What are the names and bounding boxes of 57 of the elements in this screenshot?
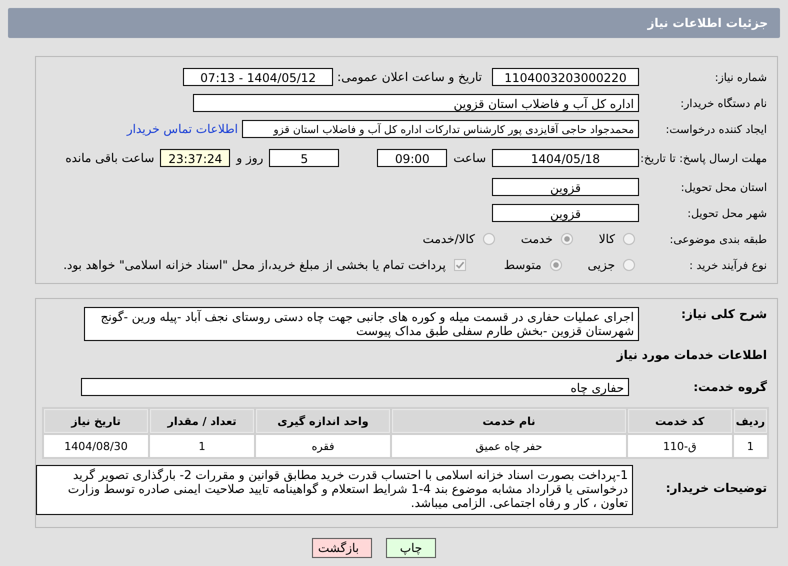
page-title: جزئیات اطلاعات نیاز [8,8,780,38]
radio-label: کالا [598,232,615,246]
table-cell: حفر چاه عمیق [392,435,626,457]
radio-button[interactable] [560,233,573,245]
field-label: توضیحات خریدار: [664,480,768,495]
field-label: شماره نیاز: [714,70,768,84]
table-cell: 1404/08/30 [44,435,148,457]
contact-link[interactable]: اطلاعات تماس خریدار [126,122,238,136]
field-label: شهر محل تحویل: [686,206,768,220]
table-cell: 1 [734,435,767,457]
input-field[interactable]: محمدجواد حاجی آقایزدی پور کارشناس تدارکات اداره کل آب و فاضلاب استان قزو [242,120,639,138]
field-label: گروه خدمت: [692,380,768,394]
radio-button[interactable] [550,259,562,271]
field-label: استان محل تحویل: [680,180,768,194]
radio-label: خدمت [520,232,553,246]
field-label: تاریخ و ساعت اعلان عمومی: [337,70,482,84]
back-button[interactable]: بازگشت [312,538,372,558]
notes-field[interactable]: 1-پرداخت بصورت اسناد خزانه اسلامی با احتساب قدرت خرید مطابق قوانین و مقررات 2- بارگذاری تصویر گرید درخواستی یا قرارداد مشابه موضوع بند 4-1 شرایط استعلام و گواهینامه تایید صلاحیت ایمنی صادره توسط وزارت تعاون ، کار و رفاه اجتماعی. الزامی میباشد. [36,465,633,515]
field-label: مهلت ارسال پاسخ: تا تاریخ: [639,152,768,164]
column-header: نام خدمت [392,409,626,433]
radio-label: کالا/خدمت [422,232,475,246]
input-field[interactable]: حفاری چاه [81,378,629,396]
field-label: ساعت باقی مانده [65,151,154,165]
table-cell: ق-110 [628,435,732,457]
input-field[interactable]: 1404/05/18 [492,149,639,167]
input-field[interactable]: 1404/05/12 - 07:13 [183,68,334,86]
table-cell: 1 [150,435,254,457]
radio-label: جزیی [588,258,615,272]
field-label: شرح کلی نیاز: [680,307,768,321]
field-label: ساعت [453,151,486,165]
radio-button[interactable] [623,233,635,245]
field-label: طبقه بندی موضوعی: [668,232,768,246]
field-label: روز و [236,151,264,165]
checkbox[interactable] [454,259,466,271]
description-field[interactable]: اجرای عملیات حفاری در قسمت میله و کوره های جانبی جهت چاه دستی روستای نجف آباد -پیله ورین -گونج شهرستان قزوین -بخش طارم سفلی طبق مداک پیوست [84,307,639,341]
column-header: ردیف [734,409,767,433]
input-field[interactable]: قزوین [492,178,639,196]
input-field[interactable]: 23:37:24 [160,149,230,167]
input-field[interactable]: 5 [269,149,340,167]
checkbox-label: پرداخت تمام یا بخشی از مبلغ خرید،از محل "اسناد خزانه اسلامی" خواهد بود. [63,258,446,272]
input-field[interactable]: قزوین [492,204,639,222]
radio-button[interactable] [623,259,635,271]
input-field[interactable]: 1104003203000220 [492,68,639,86]
input-field[interactable]: 09:00 [377,149,448,167]
table-cell: فقره [256,435,390,457]
section-heading: اطلاعات خدمات مورد نیاز [616,348,768,362]
radio-label: متوسط [504,258,542,272]
column-header: تاریخ نیاز [44,409,148,433]
input-field[interactable]: اداره کل آب و فاضلاب استان قزوین [193,94,639,112]
column-header: تعداد / مقدار [150,409,254,433]
print-button[interactable]: چاپ [386,538,436,558]
column-header: واحد اندازه گیری [256,409,390,433]
field-label: نوع فرآیند خرید : [688,258,768,272]
field-label: ایجاد کننده درخواست: [664,122,768,136]
column-header: کد خدمت [628,409,732,433]
field-label: نام دستگاه خریدار: [679,96,768,110]
radio-button[interactable] [482,233,495,245]
